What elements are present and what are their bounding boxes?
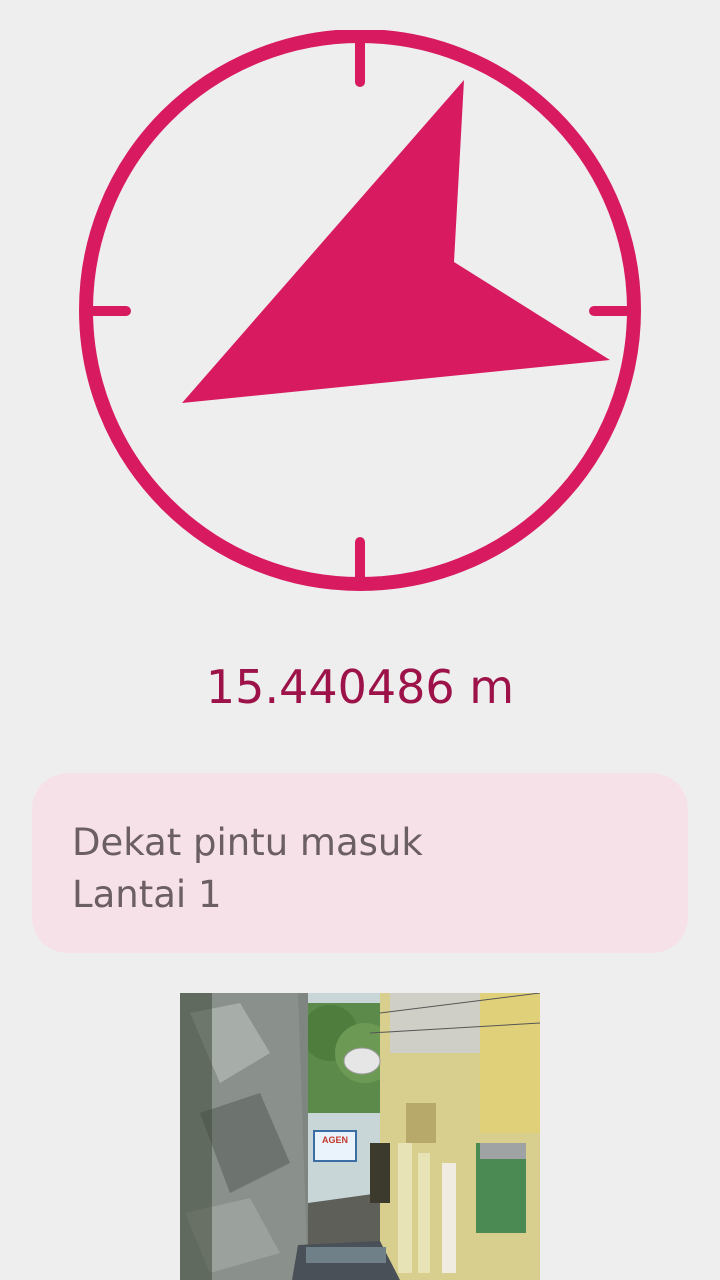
direction-arrow-icon bbox=[182, 80, 610, 403]
shop-sign-text: AGEN bbox=[322, 1135, 348, 1145]
distance-readout: 15.440486 m bbox=[205, 660, 515, 714]
location-photo: AGEN bbox=[180, 993, 540, 1280]
location-photo-image: AGEN bbox=[180, 993, 540, 1280]
navigation-screen: 15.440486 m Dekat pintu masuk Lantai 1 A… bbox=[0, 0, 720, 1280]
compass-dial bbox=[79, 30, 641, 591]
location-description: Dekat pintu masuk bbox=[72, 821, 423, 864]
location-floor: Lantai 1 bbox=[72, 873, 222, 916]
location-card: Dekat pintu masuk Lantai 1 bbox=[32, 773, 688, 953]
